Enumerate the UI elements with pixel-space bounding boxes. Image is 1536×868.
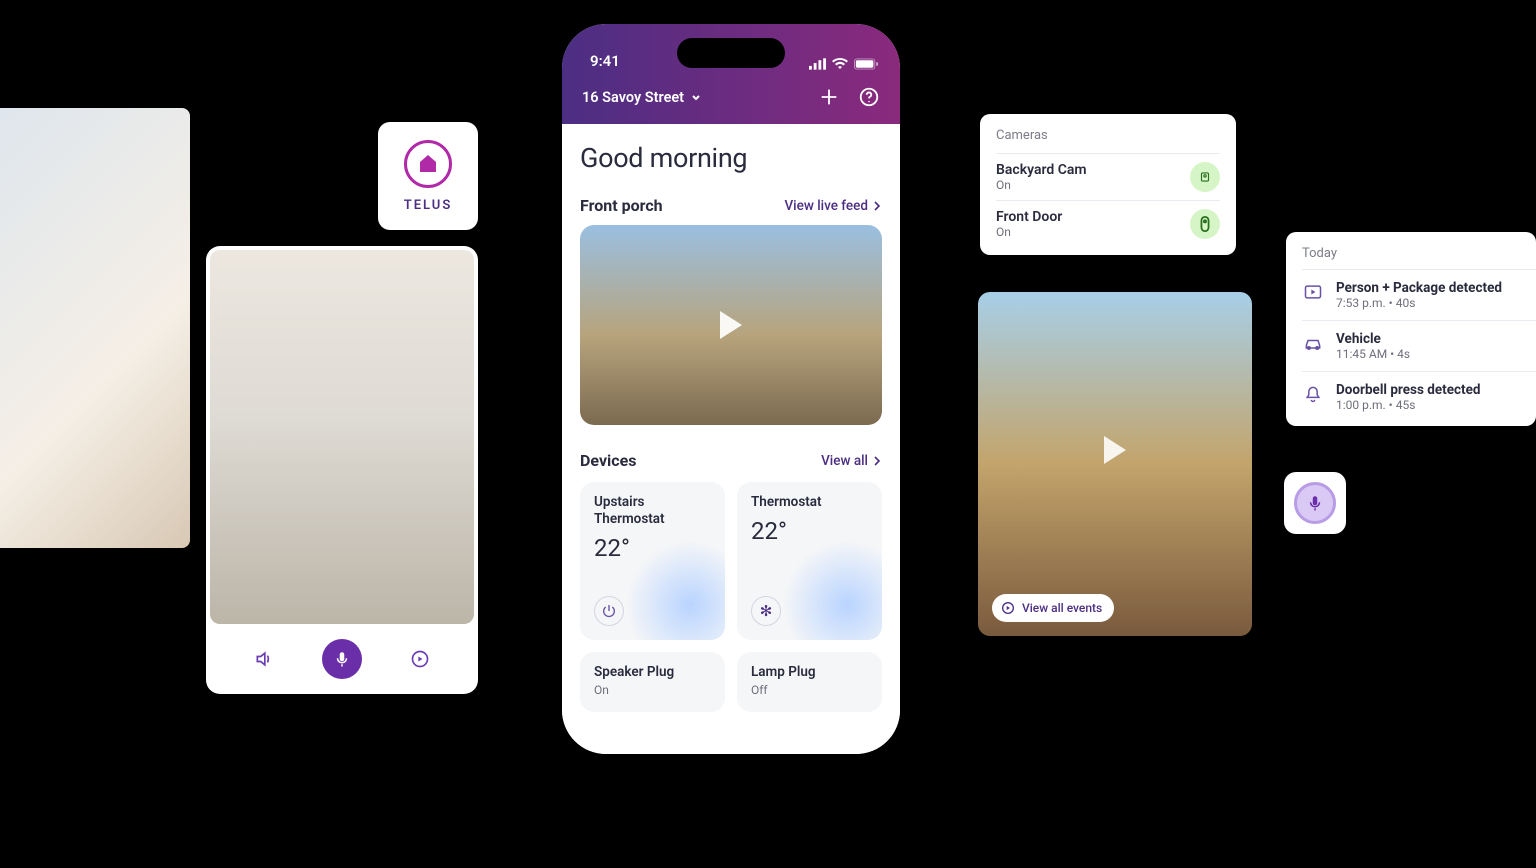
camera-badge-icon bbox=[1190, 162, 1220, 192]
app-content: Good morning Front porch View live feed … bbox=[562, 124, 900, 754]
event-name: Person + Package detected bbox=[1336, 280, 1502, 296]
device-card-lamp-plug[interactable]: Lamp Plug Off bbox=[737, 652, 882, 712]
phone-screen: 9:41 16 Savoy Street Good morn bbox=[562, 24, 900, 754]
device-name: Upstairs Thermostat bbox=[594, 494, 711, 528]
event-row[interactable]: Person + Package detected 7:53 p.m. • 40… bbox=[1302, 269, 1536, 320]
add-button[interactable] bbox=[818, 86, 840, 108]
camera-status: On bbox=[996, 178, 1087, 192]
battery-icon bbox=[854, 58, 878, 70]
wifi-icon bbox=[832, 58, 848, 70]
voice-assist-chip[interactable] bbox=[1284, 472, 1346, 534]
vehicle-icon bbox=[1302, 332, 1324, 354]
cameras-card: Cameras Backyard Cam On Front Door On bbox=[980, 114, 1236, 255]
event-name: Doorbell press detected bbox=[1336, 382, 1481, 398]
telus-label: TELUS bbox=[404, 198, 453, 213]
play-icon bbox=[1104, 436, 1126, 464]
event-row[interactable]: Doorbell press detected 1:00 p.m. • 45s bbox=[1302, 371, 1536, 422]
signal-icon bbox=[809, 58, 826, 70]
cameras-title: Cameras bbox=[996, 128, 1220, 143]
address-dropdown[interactable]: 16 Savoy Street bbox=[582, 89, 702, 106]
view-live-feed-label: View live feed bbox=[784, 198, 868, 214]
devices-title: Devices bbox=[580, 451, 636, 470]
telus-logo-icon bbox=[404, 140, 452, 188]
camera-name: Backyard Cam bbox=[996, 162, 1087, 178]
greeting-text: Good morning bbox=[580, 142, 882, 174]
camera-feed-card-pet bbox=[206, 246, 478, 694]
doorbell-icon bbox=[1302, 383, 1324, 405]
event-row[interactable]: Vehicle 11:45 AM • 4s bbox=[1302, 320, 1536, 371]
replay-button[interactable] bbox=[400, 639, 440, 679]
replay-icon bbox=[1000, 600, 1016, 616]
event-sub: 7:53 p.m. • 40s bbox=[1336, 296, 1502, 310]
event-sub: 11:45 AM • 4s bbox=[1336, 347, 1410, 361]
camera-status: On bbox=[996, 225, 1062, 239]
snowflake-icon: ✻ bbox=[751, 596, 781, 626]
camera-feed-controls bbox=[206, 624, 478, 694]
camera-row-backyard[interactable]: Backyard Cam On bbox=[996, 153, 1220, 200]
telus-app-icon-card: TELUS bbox=[378, 122, 478, 230]
mic-button[interactable] bbox=[322, 639, 362, 679]
phone-notch bbox=[677, 38, 785, 68]
camera-row-front-door[interactable]: Front Door On bbox=[996, 200, 1220, 247]
front-porch-title: Front porch bbox=[580, 196, 663, 215]
today-events-card: Today Person + Package detected 7:53 p.m… bbox=[1286, 232, 1536, 426]
chevron-right-icon bbox=[872, 201, 882, 211]
camera-feed-image bbox=[210, 250, 474, 624]
phone-frame: 9:41 16 Savoy Street Good morn bbox=[552, 14, 910, 764]
device-card-speaker-plug[interactable]: Speaker Plug On bbox=[580, 652, 725, 712]
play-icon bbox=[720, 311, 742, 339]
doorbell-badge-icon bbox=[1190, 209, 1220, 239]
mic-icon bbox=[1294, 482, 1336, 524]
view-all-events-button[interactable]: View all events bbox=[992, 594, 1114, 622]
speaker-button[interactable] bbox=[244, 639, 284, 679]
view-all-events-label: View all events bbox=[1022, 601, 1102, 615]
camera-name: Front Door bbox=[996, 209, 1062, 225]
view-all-label: View all bbox=[821, 453, 868, 469]
status-time: 9:41 bbox=[590, 52, 620, 70]
device-status: Off bbox=[751, 683, 868, 697]
front-porch-video[interactable] bbox=[580, 225, 882, 425]
event-name: Vehicle bbox=[1336, 331, 1410, 347]
camera-feed-card-patio[interactable]: View all events bbox=[978, 292, 1252, 636]
view-live-feed-link[interactable]: View live feed bbox=[784, 198, 882, 214]
chevron-down-icon bbox=[690, 91, 702, 103]
device-name: Lamp Plug bbox=[751, 664, 868, 681]
device-status: On bbox=[594, 683, 711, 697]
lifestyle-image-kids bbox=[0, 108, 190, 548]
device-name: Thermostat bbox=[751, 494, 868, 511]
event-sub: 1:00 p.m. • 45s bbox=[1336, 398, 1481, 412]
clip-icon bbox=[1302, 281, 1324, 303]
device-card-thermostat[interactable]: Thermostat 22° ✻ bbox=[737, 482, 882, 640]
status-indicators bbox=[809, 58, 878, 70]
help-button[interactable] bbox=[858, 86, 880, 108]
power-icon bbox=[594, 596, 624, 626]
device-name: Speaker Plug bbox=[594, 664, 711, 681]
address-label: 16 Savoy Street bbox=[582, 89, 684, 106]
view-all-devices-link[interactable]: View all bbox=[821, 453, 882, 469]
chevron-right-icon bbox=[872, 456, 882, 466]
today-title: Today bbox=[1302, 246, 1536, 261]
app-header: 16 Savoy Street bbox=[562, 70, 900, 124]
device-card-upstairs-thermostat[interactable]: Upstairs Thermostat 22° bbox=[580, 482, 725, 640]
